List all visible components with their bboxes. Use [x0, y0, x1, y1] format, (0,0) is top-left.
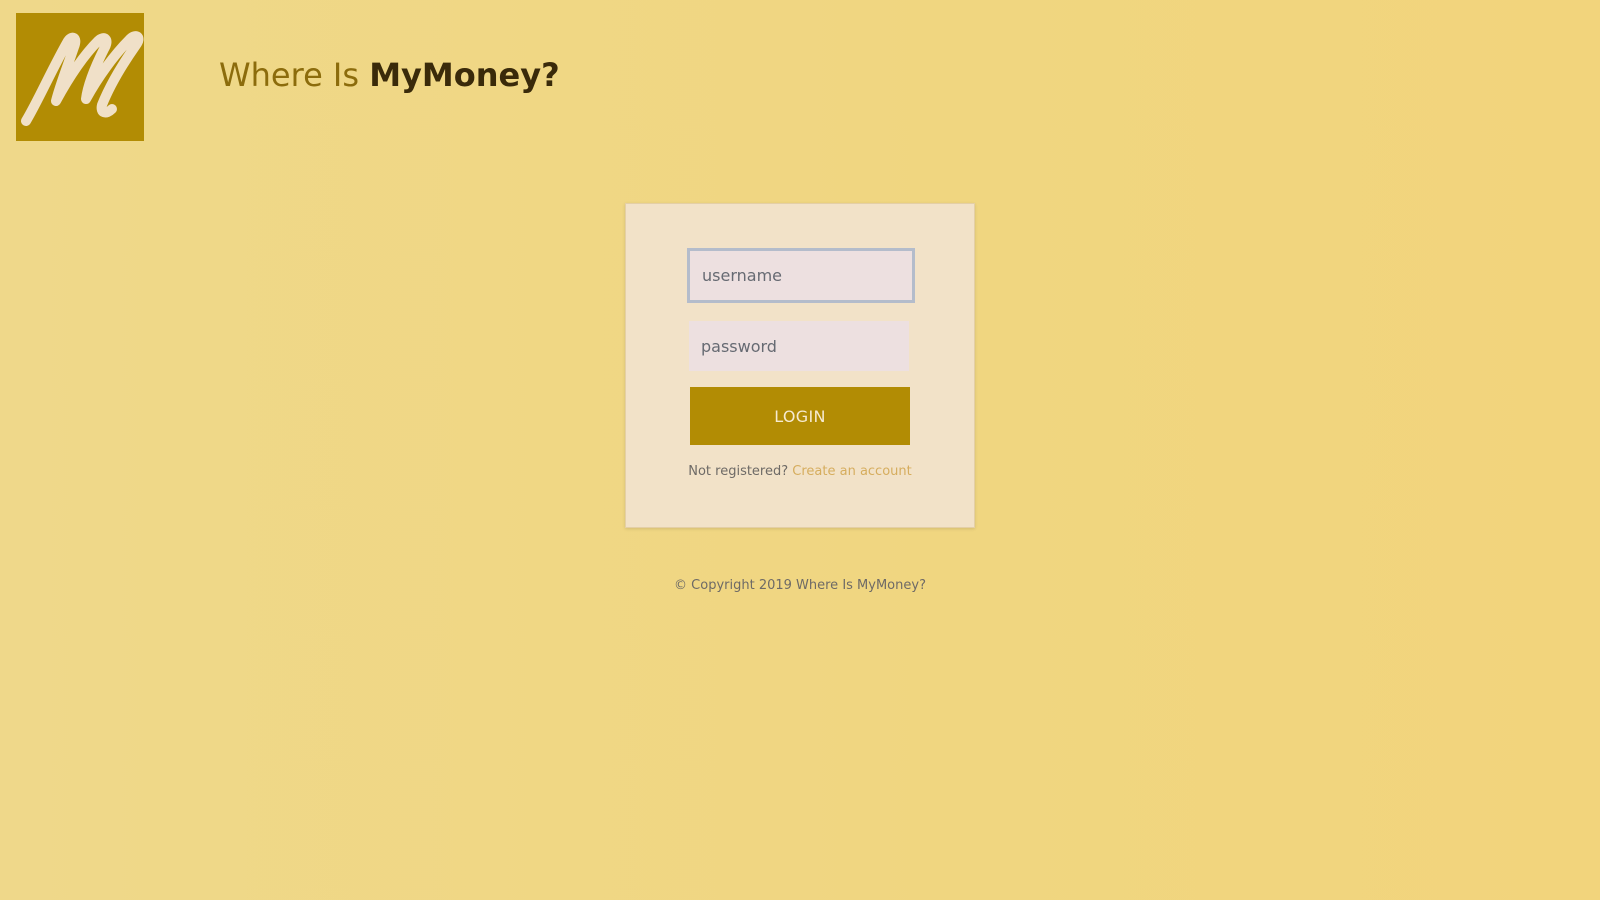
site-title: Where Is MyMoney? [219, 56, 560, 94]
script-m-logo-icon [21, 31, 144, 126]
password-input[interactable] [689, 321, 909, 371]
register-prompt: Not registered? Create an account [626, 464, 974, 479]
login-card: LOGIN Not registered? Create an account [625, 203, 975, 528]
site-title-brand: MyMoney? [369, 56, 560, 94]
username-input[interactable] [687, 248, 915, 303]
login-button[interactable]: LOGIN [690, 387, 910, 445]
not-registered-text: Not registered? [688, 464, 789, 479]
copyright-footer: © Copyright 2019 Where Is MyMoney? [674, 578, 926, 593]
logo[interactable] [16, 13, 144, 141]
create-account-link[interactable]: Create an account [792, 464, 911, 479]
site-title-prefix: Where Is [219, 56, 370, 94]
